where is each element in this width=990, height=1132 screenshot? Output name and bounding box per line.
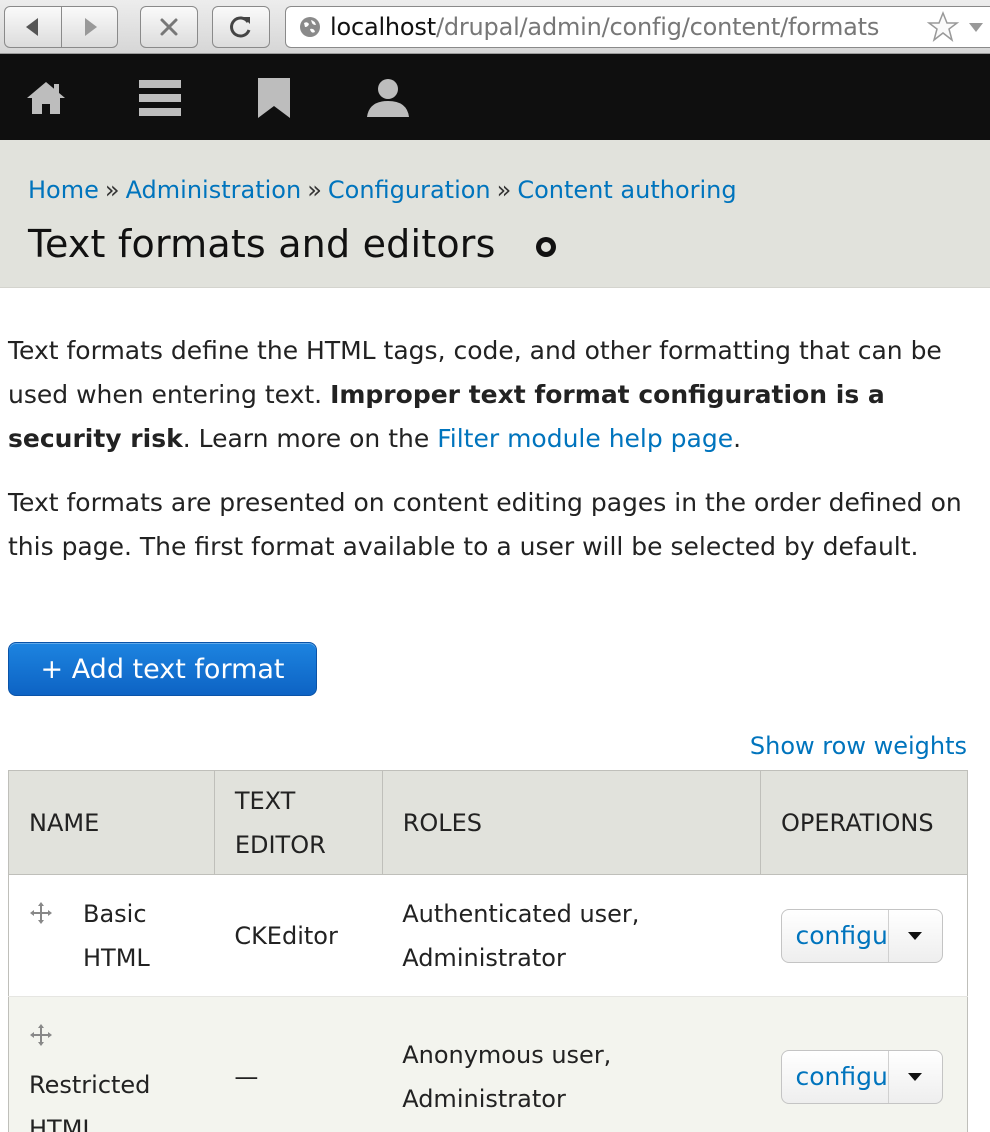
add-shortcut-icon[interactable] [535,236,557,258]
bookmark-star-icon[interactable] [926,10,960,44]
operations-toggle[interactable] [887,909,942,962]
table-header-row: NAME TEXT EDITOR ROLES OPERATIONS [8,770,968,875]
breadcrumb-separator: » [307,176,322,204]
table-row: Basic HTML CKEditor Authenticated user, … [8,874,968,997]
breadcrumb-content-authoring[interactable]: Content authoring [517,176,736,204]
intro-text-end: . [733,424,742,453]
intro-text-mid: . Learn more on the [182,424,438,453]
toolbar-home[interactable] [22,76,70,120]
order-paragraph: Text formats are presented on content ed… [8,488,962,561]
drag-handle-icon[interactable] [29,1023,53,1047]
home-icon [27,82,65,114]
column-text-editor-line1: TEXT [234,786,296,815]
operations-dropbutton: configure [780,1049,943,1104]
reload-group [212,6,270,48]
format-operations: configure [760,874,968,997]
page-title: Text formats and editors [28,222,496,266]
format-name-line2: HTML [29,1114,96,1132]
format-name-line2: HTML [83,943,150,972]
admin-toolbar [0,54,990,140]
breadcrumb-configuration[interactable]: Configuration [328,176,491,204]
reload-button[interactable] [213,7,269,47]
breadcrumb-separator: » [496,176,512,204]
add-text-format-button[interactable]: + Add text format [8,642,317,696]
operations-dropbutton: configure [780,908,943,963]
configure-button[interactable]: configure [782,1055,888,1099]
format-name-cell: Restricted HTML [8,996,215,1132]
format-name: Basic HTML [29,892,194,980]
chevron-down-icon [908,1072,922,1081]
reload-icon [230,16,251,38]
breadcrumb: Home» Administration» Configuration» Conten… [28,176,737,204]
dropdown-arrow-icon[interactable] [966,17,986,37]
intro-paragraph: Text formats define the HTML tags, code,… [8,329,968,461]
format-roles-line2: Administrator [402,943,566,972]
address-bar[interactable]: localhost/drupal/admin/config/content/fo… [285,6,990,48]
bookmark-icon [258,78,290,118]
url-path: /drupal/admin/config/content/formats [435,13,880,41]
format-roles-line1: Authenticated user, [402,899,640,928]
breadcrumb-home[interactable]: Home [28,176,99,204]
column-operations: OPERATIONS [760,770,968,875]
format-name-line1: Basic [83,899,147,928]
menu-icon [139,80,181,116]
back-icon [26,18,38,36]
show-row-weights-link[interactable]: Show row weights [750,732,967,760]
format-editor: CKEditor [214,874,383,997]
format-roles-line1: Anonymous user, [402,1040,612,1069]
configure-button[interactable]: configure [782,914,888,958]
toolbar-shortcuts[interactable] [250,76,298,120]
toolbar-manage[interactable] [136,76,184,120]
url-bar-actions [926,7,990,47]
format-editor: — [214,996,383,1132]
toolbar-user[interactable] [364,76,412,120]
format-name: Restricted HTML [29,1003,194,1132]
breadcrumb-administration[interactable]: Administration [126,176,302,204]
forward-icon [84,18,97,36]
column-text-editor: TEXT EDITOR [214,770,383,875]
back-button[interactable] [5,7,61,47]
url-host: localhost [330,13,436,41]
browser-chrome: localhost/drupal/admin/config/content/fo… [0,0,990,54]
chevron-down-icon [908,931,922,940]
operations-toggle[interactable] [887,1050,942,1103]
format-name-line1: Restricted [29,1070,151,1099]
format-operations: configure [760,996,968,1132]
filter-help-link[interactable]: Filter module help page [437,424,733,453]
url-text: localhost/drupal/admin/config/content/fo… [330,13,879,41]
stop-button[interactable] [141,7,197,47]
format-roles: Anonymous user, Administrator [382,996,761,1132]
table-row: Restricted HTML — Anonymous user, Admini… [8,996,968,1132]
format-roles: Authenticated user, Administrator [382,874,761,997]
drag-handle-icon[interactable] [29,901,53,925]
column-name: NAME [8,770,215,875]
history-nav [4,6,118,48]
column-roles: ROLES [382,770,762,875]
text-formats-table: NAME TEXT EDITOR ROLES OPERATIONS Basic H… [8,770,968,1132]
stop-icon [160,18,178,36]
format-name-cell: Basic HTML [8,874,215,997]
globe-icon [300,17,320,37]
stop-group [140,6,198,48]
format-roles-line2: Administrator [402,1084,566,1113]
user-icon [367,79,409,117]
column-text-editor-line2: EDITOR [234,830,326,859]
forward-button[interactable] [61,7,117,47]
breadcrumb-separator: » [104,176,120,204]
